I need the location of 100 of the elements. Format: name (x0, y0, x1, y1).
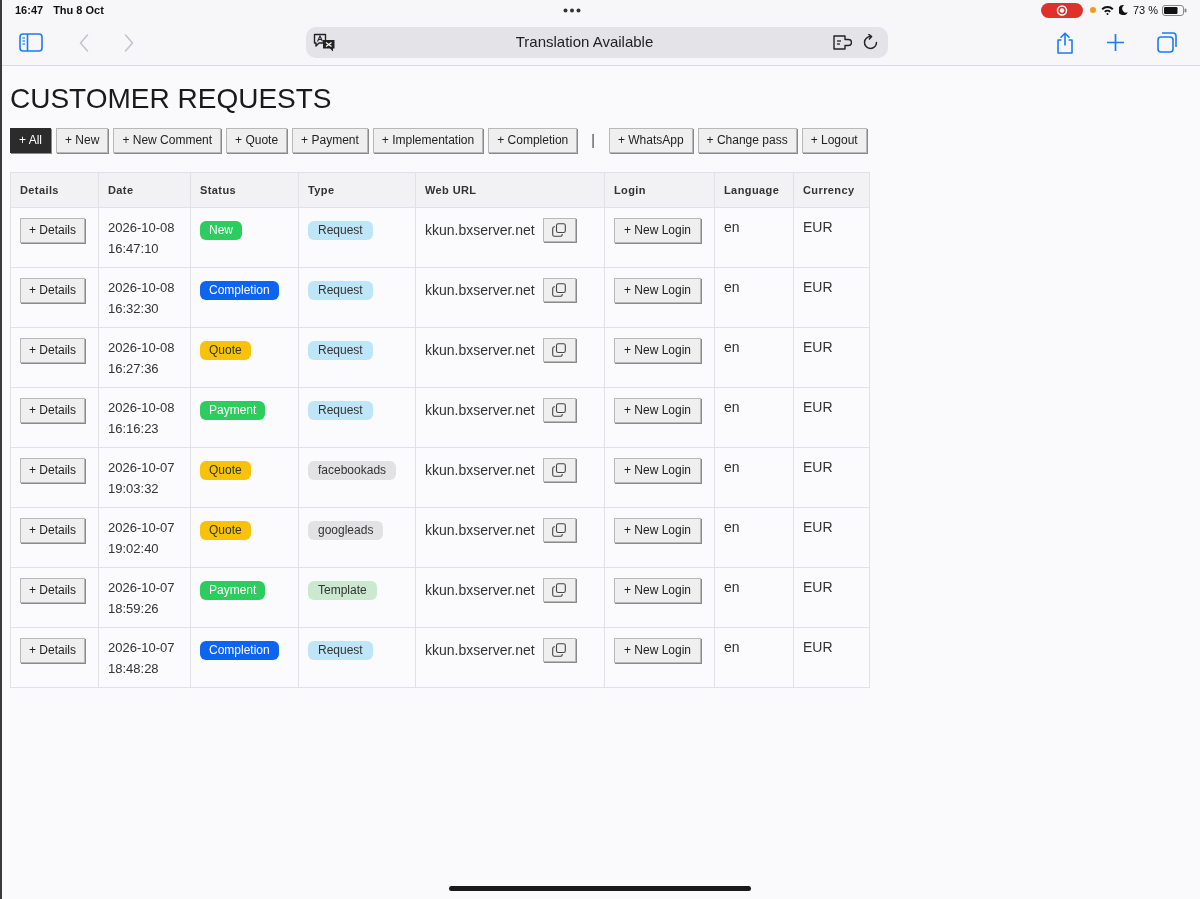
filter-button[interactable]: + Payment (292, 128, 368, 153)
url-text: kkun.bxserver.net (425, 460, 535, 480)
address-bar[interactable]: Translation Available (306, 27, 888, 58)
language-text: en (724, 218, 741, 237)
copy-button[interactable] (542, 278, 576, 302)
copy-icon (552, 643, 567, 657)
action-button[interactable]: + Logout (801, 128, 867, 153)
copy-button[interactable] (542, 638, 576, 662)
status-date: Thu 8 Oct (53, 2, 104, 18)
filter-button[interactable]: + New (56, 128, 109, 153)
language-text: en (724, 458, 741, 477)
details-button[interactable]: + Details (20, 458, 86, 483)
filter-button[interactable]: + All (10, 128, 51, 153)
date-text: 2026-10-07 18:59:26 (108, 579, 176, 618)
new-login-button[interactable]: + New Login (614, 338, 702, 363)
copy-button[interactable] (542, 218, 576, 242)
type-badge: Template (308, 581, 377, 600)
copy-button[interactable] (542, 518, 576, 542)
new-tab-icon[interactable] (1107, 34, 1124, 51)
url-text: kkun.bxserver.net (425, 400, 535, 420)
type-badge: googleads (308, 521, 384, 540)
date-text: 2026-10-08 16:16:23 (108, 399, 176, 438)
currency-text: EUR (803, 638, 834, 657)
currency-text: EUR (803, 338, 834, 357)
details-button[interactable]: + Details (20, 398, 86, 423)
details-button[interactable]: + Details (20, 518, 86, 543)
status-badge: Quote (200, 521, 251, 540)
moon-icon (1118, 5, 1128, 15)
sidebar-icon[interactable] (19, 33, 43, 52)
type-badge: Request (308, 341, 373, 360)
date-text: 2026-10-07 18:48:28 (108, 639, 176, 678)
column-header: Status (190, 172, 299, 208)
filter-button[interactable]: + Quote (226, 128, 288, 153)
new-login-button[interactable]: + New Login (614, 578, 702, 603)
currency-text: EUR (803, 578, 834, 597)
copy-button[interactable] (542, 578, 576, 602)
new-login-button[interactable]: + New Login (614, 218, 702, 243)
new-login-button[interactable]: + New Login (614, 518, 702, 543)
column-header: Currency (793, 172, 870, 208)
filter-button[interactable]: + Implementation (372, 128, 484, 153)
share-icon[interactable] (1056, 31, 1074, 54)
status-badge: Payment (200, 581, 266, 600)
battery-icon (1162, 4, 1187, 16)
multitasking-dots-icon[interactable] (563, 7, 582, 13)
date-text: 2026-10-08 16:27:36 (108, 339, 176, 378)
url-text: kkun.bxserver.net (425, 280, 535, 300)
copy-button[interactable] (542, 338, 576, 362)
column-header: Type (298, 172, 416, 208)
copy-icon (552, 283, 567, 297)
date-text: 2026-10-07 19:03:32 (108, 459, 176, 498)
date-text: 2026-10-07 19:02:40 (108, 519, 176, 558)
details-button[interactable]: + Details (20, 218, 86, 243)
url-text: kkun.bxserver.net (425, 640, 535, 660)
new-login-button[interactable]: + New Login (614, 458, 702, 483)
status-badge: Completion (200, 281, 279, 300)
type-badge: Request (308, 221, 373, 240)
filter-button[interactable]: + Completion (488, 128, 578, 153)
battery-percent: 73 % (1132, 2, 1158, 18)
url-text: kkun.bxserver.net (425, 220, 535, 240)
details-button[interactable]: + Details (20, 578, 86, 603)
tabs-icon[interactable] (1157, 32, 1178, 53)
language-text: en (724, 338, 741, 357)
copy-icon (552, 583, 567, 597)
column-header: Language (714, 172, 794, 208)
details-button[interactable]: + Details (20, 638, 86, 663)
new-login-button[interactable]: + New Login (614, 398, 702, 423)
copy-icon (552, 223, 567, 237)
status-time: 16:47 (15, 2, 44, 18)
date-text: 2026-10-08 16:32:30 (108, 279, 176, 318)
copy-button[interactable] (542, 458, 576, 482)
copy-icon (552, 403, 567, 417)
status-badge: New (200, 221, 242, 240)
copy-button[interactable] (542, 398, 576, 422)
status-badge: Completion (200, 641, 279, 660)
column-header: Date (98, 172, 191, 208)
extension-icon[interactable] (833, 35, 852, 50)
action-button[interactable]: + WhatsApp (608, 128, 693, 153)
details-button[interactable]: + Details (20, 338, 86, 363)
currency-text: EUR (803, 518, 834, 537)
column-header: Login (604, 172, 715, 208)
column-header: Details (10, 172, 99, 208)
language-text: en (724, 398, 741, 417)
new-login-button[interactable]: + New Login (614, 278, 702, 303)
new-login-button[interactable]: + New Login (614, 638, 702, 663)
copy-icon (552, 463, 567, 477)
column-header: Web URL (415, 172, 605, 208)
filter-button[interactable]: + New Comment (113, 128, 222, 153)
date-text: 2026-10-08 16:47:10 (108, 219, 176, 258)
url-text: kkun.bxserver.net (425, 580, 535, 600)
language-text: en (724, 278, 741, 297)
currency-text: EUR (803, 278, 834, 297)
reload-icon[interactable] (863, 34, 879, 51)
action-button[interactable]: + Change pass (697, 128, 797, 153)
currency-text: EUR (803, 458, 834, 477)
translate-icon[interactable] (313, 33, 336, 52)
status-badge: Quote (200, 461, 251, 480)
wifi-icon (1100, 5, 1114, 15)
language-text: en (724, 578, 741, 597)
details-button[interactable]: + Details (20, 278, 86, 303)
url-text: kkun.bxserver.net (425, 340, 535, 360)
